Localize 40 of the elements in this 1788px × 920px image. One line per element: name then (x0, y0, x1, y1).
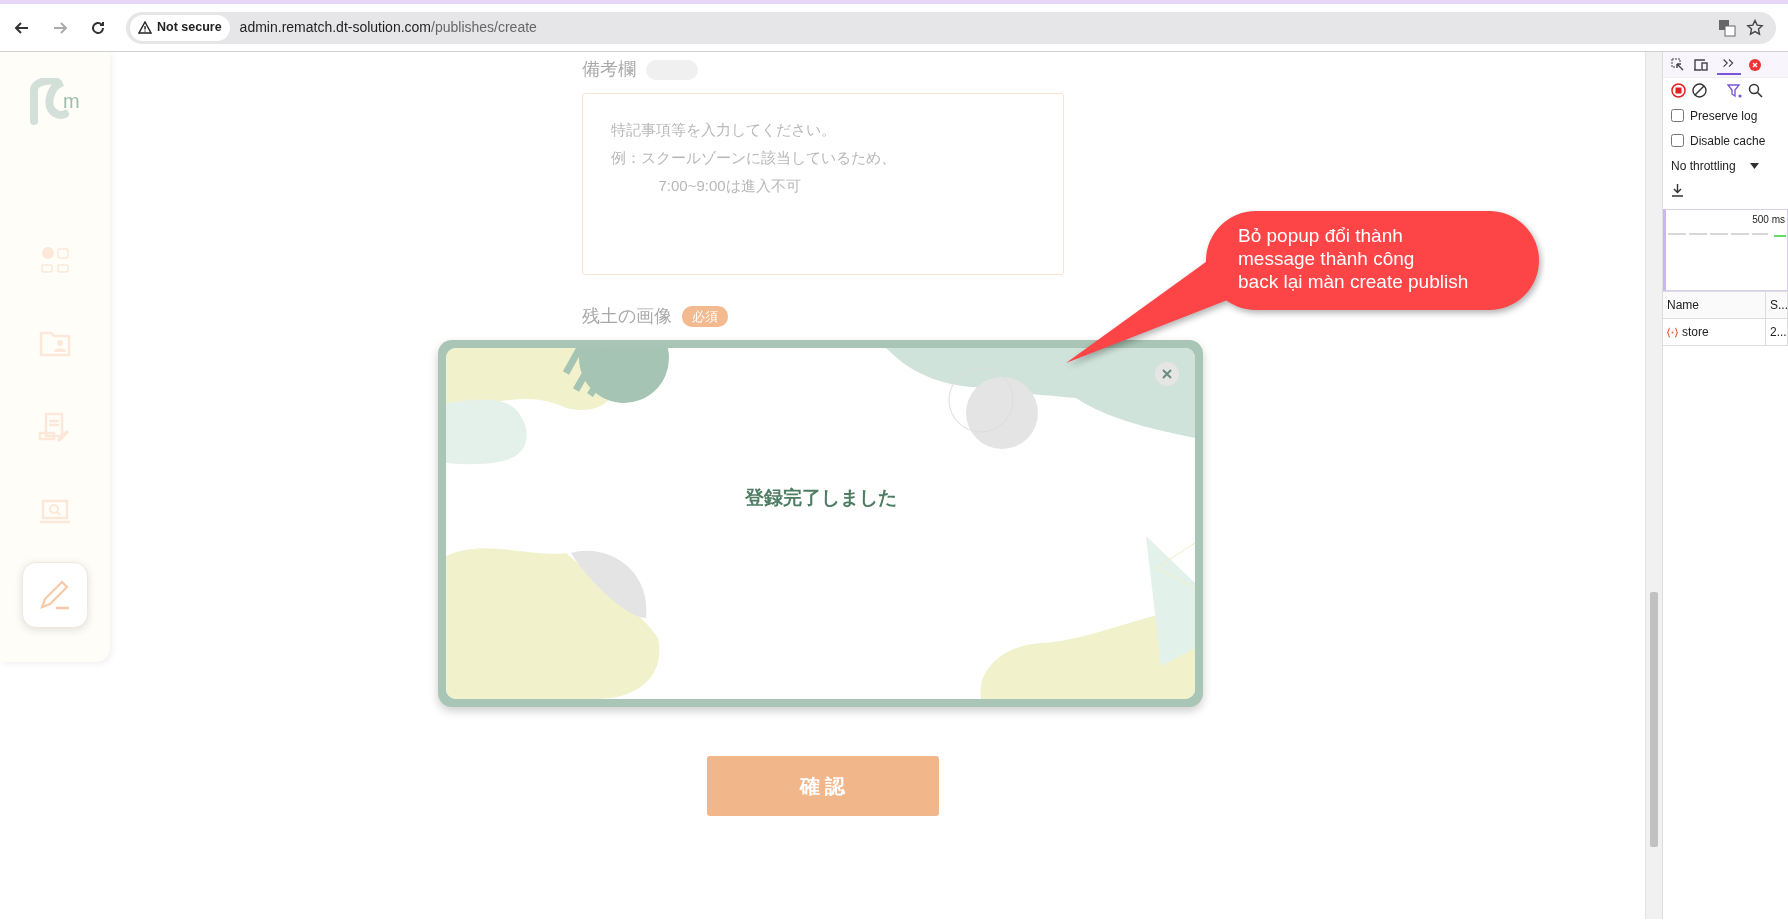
security-chip[interactable]: Not secure (130, 14, 230, 41)
throttling-dropdown[interactable]: No throttling (1671, 156, 1736, 175)
caret-icon (1749, 162, 1759, 169)
checkbox[interactable] (1671, 134, 1684, 147)
column-header[interactable]: S... (1766, 292, 1788, 318)
script-icon (1667, 327, 1678, 339)
device-icon[interactable] (1693, 57, 1709, 72)
pencil-icon (38, 579, 72, 611)
remarks-label: 備考欄 (581, 58, 636, 81)
close-icon (1161, 368, 1173, 380)
clear-icon[interactable] (1692, 83, 1707, 98)
checkbox-label: Preserve log (1690, 107, 1758, 125)
download-icon[interactable] (1671, 184, 1684, 197)
error-icon (1749, 58, 1761, 71)
checkbox[interactable] (1671, 109, 1684, 122)
checkbox-label: Disable cache (1690, 132, 1766, 150)
placeholder-text: 例：スクールゾーンに該当しているため、 (610, 148, 897, 168)
placeholder-text: 特記事項等を入力してください。 (610, 120, 837, 140)
timeline-label: 500 ms (1752, 213, 1785, 227)
document-edit-icon (38, 411, 72, 443)
status-cell: 2... (1766, 319, 1788, 345)
success-message: 登録完了しました (744, 486, 897, 511)
placeholder-text: 7:00~9:00は進入不可 (657, 176, 802, 196)
address-bar[interactable]: Not secure admin.rematch.dt-solution.com/publishes/create (126, 11, 1776, 44)
column-header[interactable]: Name (1663, 292, 1766, 318)
filter-icon[interactable] (1727, 83, 1742, 98)
security-label: Not secure (157, 19, 222, 37)
scrollbar-thumb[interactable] (1650, 592, 1658, 847)
star-icon[interactable] (1746, 18, 1764, 37)
logo-drawing: m (27, 78, 83, 130)
required-badge: 必須 (681, 305, 728, 328)
record-icon[interactable] (1671, 83, 1686, 98)
image-label: 残土の画像 (581, 305, 672, 328)
inspect-icon[interactable] (1671, 57, 1685, 72)
url-text: admin.rematch.dt-solution.com/publishes/create (239, 18, 537, 37)
translate-icon[interactable] (1718, 18, 1736, 37)
callout-text: Bỏ popup đổi thành message thành công back lại màn create publish (1238, 224, 1469, 293)
search-icon[interactable] (1748, 83, 1763, 98)
warning-icon (138, 21, 152, 34)
request-name-cell[interactable]: store (1663, 319, 1766, 345)
